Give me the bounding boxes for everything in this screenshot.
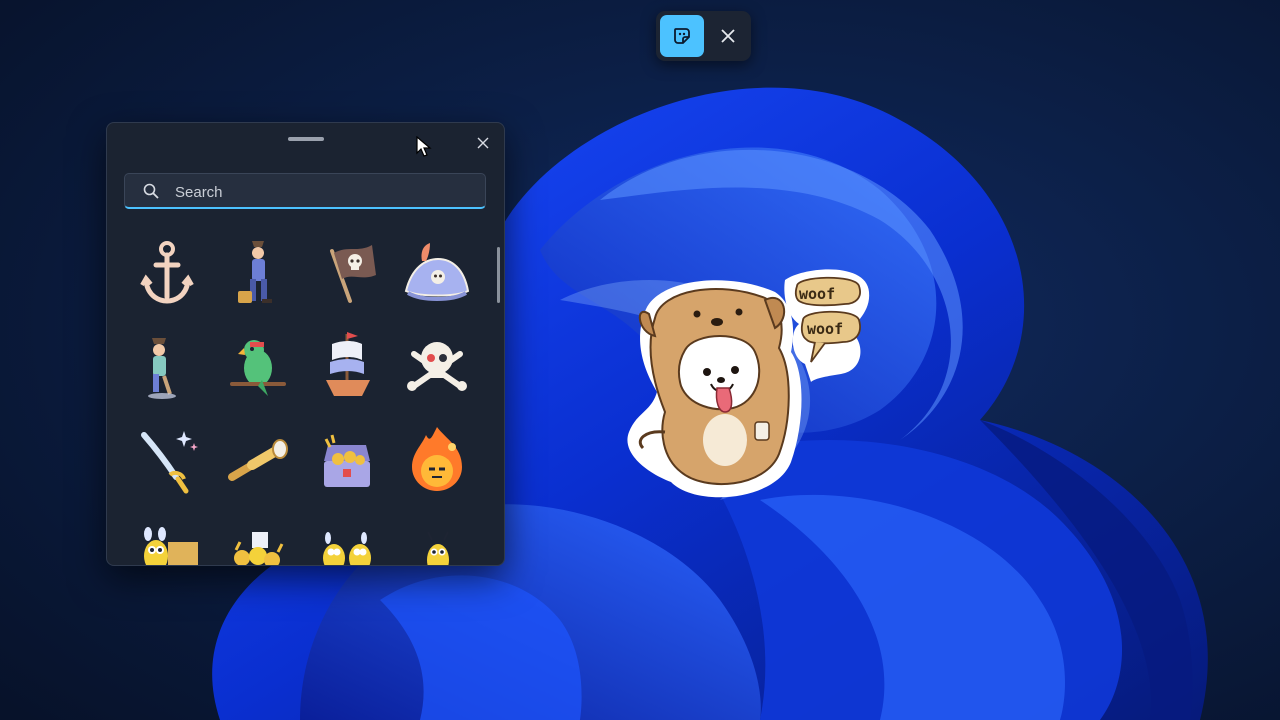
sticker-bee-pair[interactable] <box>302 510 392 565</box>
search-icon <box>143 183 159 199</box>
search-box <box>124 173 486 209</box>
sticker-pirate-ship[interactable] <box>302 324 392 414</box>
sticker-grid <box>122 231 482 565</box>
sticker-skull-crossbones[interactable] <box>392 324 482 414</box>
sticker-bee-with-crates[interactable] <box>122 510 212 565</box>
close-icon <box>477 137 489 149</box>
sticker-mode-button[interactable] <box>660 15 704 57</box>
close-icon <box>721 29 735 43</box>
toolbar-close-button[interactable] <box>710 15 746 57</box>
sticker-pirate-hat[interactable] <box>392 231 482 321</box>
sticker-toolbar <box>656 11 751 61</box>
speech-bubble-bottom: woof <box>807 320 844 338</box>
sticker-fire-bomb[interactable] <box>392 417 482 507</box>
sticker-pirate-peg-leg[interactable] <box>122 324 212 414</box>
sticker-spyglass[interactable] <box>212 417 302 507</box>
sticker-icon <box>674 28 690 44</box>
sticker-treasure-chest[interactable] <box>302 417 392 507</box>
sticker-pirate-captain[interactable] <box>212 231 302 321</box>
mouse-cursor-icon <box>416 136 432 157</box>
speech-bubble-top: woof <box>799 285 836 303</box>
sticker-cutlass[interactable] <box>122 417 212 507</box>
search-input[interactable] <box>173 178 477 206</box>
placed-dog-sticker[interactable]: woof woof <box>615 262 880 507</box>
scrollbar-thumb[interactable] <box>497 247 500 303</box>
drag-handle[interactable] <box>288 137 324 141</box>
sticker-anchor[interactable] <box>122 231 212 321</box>
picker-close-button[interactable] <box>469 129 497 157</box>
sticker-bee-standing[interactable] <box>392 510 482 565</box>
sticker-bee-coins[interactable] <box>212 510 302 565</box>
sticker-pirate-flag[interactable] <box>302 231 392 321</box>
sticker-parrot[interactable] <box>212 324 302 414</box>
sticker-picker-panel <box>106 122 505 566</box>
